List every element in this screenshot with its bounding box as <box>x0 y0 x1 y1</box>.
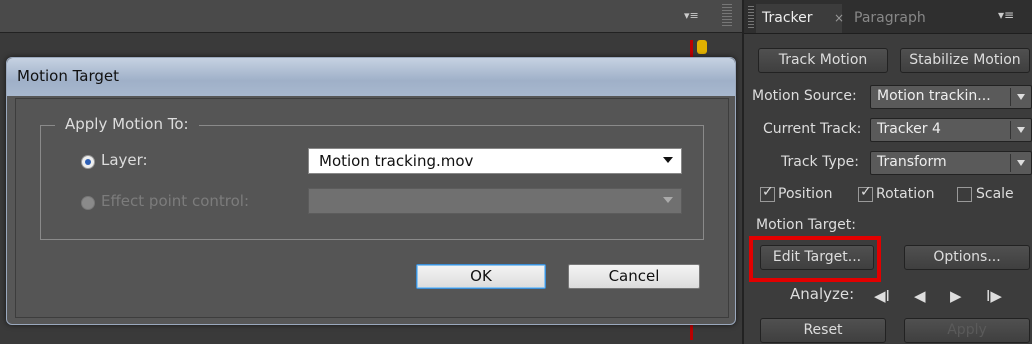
tab-paragraph[interactable]: Paragraph <box>848 4 948 33</box>
select-separator <box>1010 154 1011 172</box>
effect-radio-label: Effect point control: <box>101 192 250 210</box>
options-button[interactable]: Options... <box>904 245 1030 270</box>
ok-button[interactable]: OK <box>416 264 546 289</box>
dropdown-arrow-icon <box>663 197 673 203</box>
motion-source-label: Motion Source: <box>752 88 857 104</box>
select-separator <box>1010 121 1011 139</box>
current-track-select[interactable]: Tracker 4 <box>870 118 1032 142</box>
rotation-checkbox[interactable]: ✓ <box>858 184 873 202</box>
analyze-forward-frame-icon[interactable]: I▶ <box>986 287 1002 305</box>
apply-button: Apply <box>904 318 1030 343</box>
current-track-label: Current Track: <box>763 121 862 137</box>
stabilize-motion-button[interactable]: Stabilize Motion <box>900 48 1030 73</box>
group-label: Apply Motion To: <box>55 115 199 133</box>
layer-radio-row[interactable]: Layer: <box>81 150 341 174</box>
track-type-label: Track Type: <box>781 154 859 170</box>
cancel-button[interactable]: Cancel <box>568 264 700 289</box>
analyze-label: Analyze: <box>790 285 855 303</box>
track-type-select[interactable]: Transform <box>870 151 1032 175</box>
dialog-content: Apply Motion To: Layer: Motion tracking.… <box>15 98 729 318</box>
position-checkbox[interactable]: ✓ <box>760 184 775 202</box>
tab-tracker-label: Tracker <box>762 10 813 26</box>
layer-radio-label: Layer: <box>101 151 148 169</box>
time-marker-icon[interactable] <box>697 40 707 54</box>
dropdown-arrow-icon <box>1017 94 1025 100</box>
scale-label[interactable]: Scale <box>976 186 1014 202</box>
motion-target-dialog: Motion Target Apply Motion To: Layer: Mo… <box>6 57 736 325</box>
apply-motion-group: Apply Motion To: Layer: Motion tracking.… <box>40 115 704 240</box>
motion-source-value: Motion trackin... <box>877 88 991 104</box>
reset-button[interactable]: Reset <box>760 318 886 343</box>
effect-point-radio <box>81 196 95 210</box>
dropdown-arrow-icon <box>1017 127 1025 133</box>
comp-grip-handle[interactable] <box>722 4 732 28</box>
close-icon[interactable]: × <box>834 4 844 33</box>
motion-target-label: Motion Target: <box>756 217 856 233</box>
rotation-label[interactable]: Rotation <box>876 186 935 202</box>
analyze-play-icon[interactable]: ▶ <box>950 287 962 305</box>
panel-tab-bar: Tracker × Paragraph ▾≡ <box>744 0 1032 34</box>
dialog-title-bar[interactable]: Motion Target <box>7 58 735 96</box>
panel-menu-icon[interactable]: ▾≡ <box>998 8 1014 22</box>
panel-grip-handle[interactable] <box>748 6 754 28</box>
tab-paragraph-label: Paragraph <box>854 10 926 26</box>
comp-panel-menu-icon[interactable]: ▾≡ <box>684 9 704 23</box>
position-label[interactable]: Position <box>778 186 833 202</box>
effect-radio-row: Effect point control: <box>81 191 341 215</box>
effect-point-select <box>308 188 682 214</box>
comp-header: ▾≡ <box>0 0 742 33</box>
analyze-back-frame-icon[interactable]: ◀I <box>874 287 890 305</box>
checkmark-icon: ✓ <box>860 184 872 200</box>
dialog-title: Motion Target <box>17 67 120 85</box>
edit-target-highlight <box>749 236 881 282</box>
dropdown-arrow-icon <box>663 157 673 163</box>
layer-radio[interactable] <box>81 155 95 169</box>
tracker-panel: Tracker × Paragraph ▾≡ Track Motion Stab… <box>742 0 1032 344</box>
current-track-value: Tracker 4 <box>877 121 941 137</box>
motion-source-select[interactable]: Motion trackin... <box>870 85 1032 109</box>
track-motion-button[interactable]: Track Motion <box>758 48 888 73</box>
tab-tracker[interactable]: Tracker × <box>756 4 844 33</box>
checkmark-icon: ✓ <box>762 184 774 200</box>
layer-select[interactable]: Motion tracking.mov <box>308 148 682 174</box>
track-type-value: Transform <box>877 154 947 170</box>
select-separator <box>1010 88 1011 106</box>
dropdown-arrow-icon <box>1017 160 1025 166</box>
analyze-back-icon[interactable]: ◀ <box>914 287 926 305</box>
scale-checkbox[interactable] <box>957 187 972 202</box>
layer-select-value: Motion tracking.mov <box>319 152 474 170</box>
